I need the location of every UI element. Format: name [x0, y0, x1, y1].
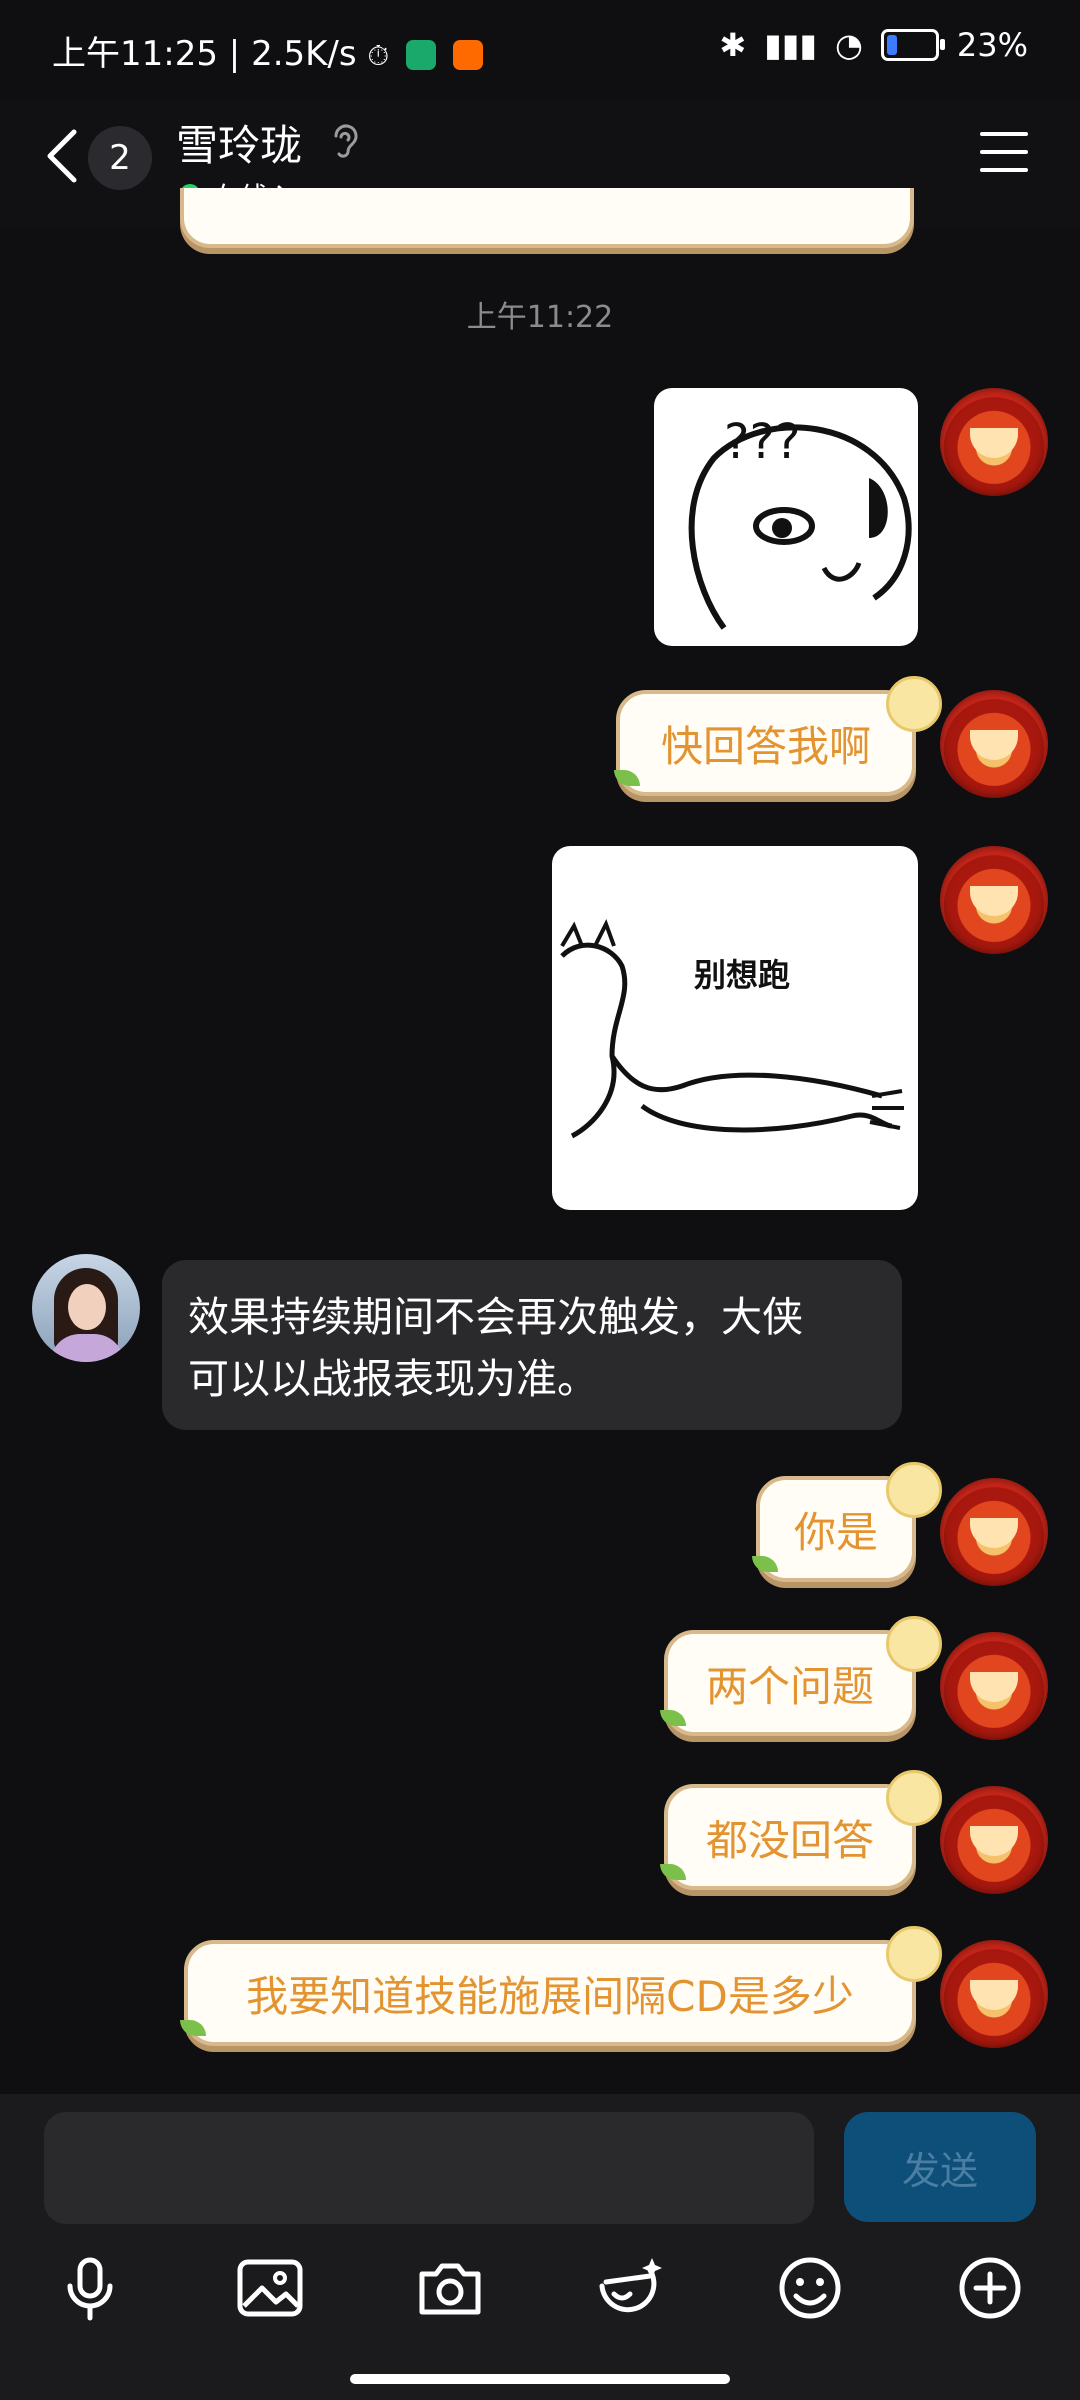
send-button[interactable]: 发送: [844, 2112, 1036, 2222]
message-timestamp: 上午11:22: [466, 300, 614, 335]
my-avatar[interactable]: [940, 1478, 1048, 1586]
cats-drawing: [560, 918, 904, 1139]
sticker-image-dont-run[interactable]: 别想跑: [552, 846, 918, 1210]
message-text: 快回答我啊: [660, 721, 871, 771]
wifi-icon: ◔: [834, 26, 863, 64]
my-avatar[interactable]: [940, 1940, 1048, 2048]
message-text: 你是: [793, 1507, 878, 1557]
unread-badge[interactable]: 2: [88, 126, 152, 190]
sent-message-bubble[interactable]: 两个问题: [664, 1630, 916, 1736]
sun-decoration-icon: [886, 1770, 942, 1826]
alarm-icon: ⏱: [367, 39, 390, 72]
contact-avatar[interactable]: [32, 1254, 140, 1362]
my-avatar[interactable]: [940, 388, 1048, 496]
status-right: ✱ ▮▮▮ ◔ 23%: [719, 26, 1028, 64]
my-avatar[interactable]: [940, 1786, 1048, 1894]
sun-decoration-icon: [886, 676, 942, 732]
ear-icon[interactable]: [328, 122, 362, 162]
status-time: 上午11:25 | 2.5K/s ⏱: [52, 26, 483, 75]
contact-name[interactable]: 雪玲珑: [176, 112, 302, 173]
emoji-icon[interactable]: [774, 2252, 846, 2324]
message-text: 两个问题: [705, 1661, 874, 1711]
received-message-line-2: 可以以战报表现为准。: [188, 1355, 598, 1403]
message-text: 都没回答: [705, 1815, 874, 1865]
my-avatar[interactable]: [940, 846, 1048, 954]
received-message-bubble[interactable]: 效果持续期间不会再次触发，大侠 可以以战报表现为准。: [162, 1260, 902, 1430]
my-avatar[interactable]: [940, 690, 1048, 798]
status-bar: 上午11:25 | 2.5K/s ⏱ ✱ ▮▮▮ ◔ 23%: [0, 0, 1080, 100]
message-input[interactable]: [44, 2112, 814, 2224]
previous-message-bubble: [180, 188, 914, 248]
confused-face-drawing: ???: [688, 414, 912, 630]
home-indicator[interactable]: [350, 2374, 730, 2384]
battery-icon: [880, 29, 945, 61]
message-text: 我要知道技能施展间隔CD是多少: [246, 1971, 854, 2021]
plus-icon[interactable]: [954, 2252, 1026, 2324]
menu-icon[interactable]: [980, 132, 1028, 172]
my-avatar[interactable]: [940, 1632, 1048, 1740]
sent-message-bubble[interactable]: 快回答我啊: [616, 690, 916, 796]
mi-app-icon: [452, 40, 483, 70]
sun-decoration-icon: [886, 1926, 942, 1982]
sent-message-bubble[interactable]: 都没回答: [664, 1784, 916, 1890]
microphone-icon[interactable]: [54, 2252, 126, 2324]
sticker-image-confused[interactable]: ???: [654, 388, 918, 646]
camera-icon[interactable]: [414, 2252, 486, 2324]
sent-message-bubble[interactable]: 我要知道技能施展间隔CD是多少: [184, 1940, 916, 2046]
sun-decoration-icon: [886, 1462, 942, 1518]
image-icon[interactable]: [234, 2252, 306, 2324]
shield-app-icon: [406, 40, 437, 70]
battery-percent: 23%: [956, 26, 1028, 64]
received-message-line-1: 效果持续期间不会再次触发，大侠: [188, 1293, 803, 1341]
signal-icon: ▮▮▮: [764, 26, 817, 64]
face-edit-icon[interactable]: [592, 2252, 664, 2324]
bluetooth-icon: ✱: [719, 26, 747, 64]
sun-decoration-icon: [886, 1616, 942, 1672]
svg-text:???: ???: [724, 414, 800, 470]
